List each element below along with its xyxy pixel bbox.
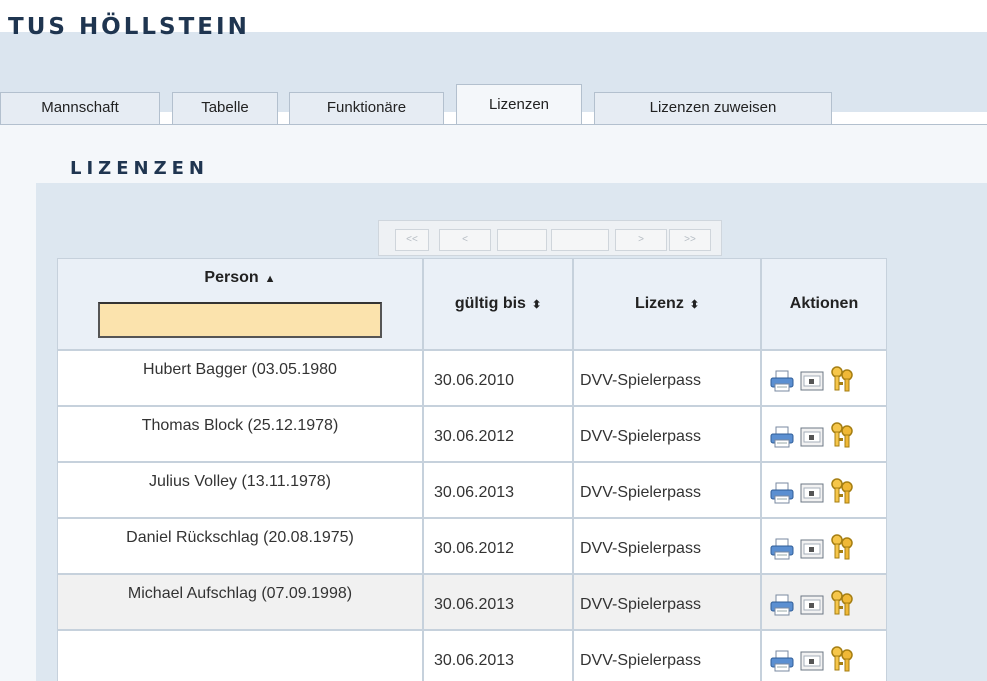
keys-icon[interactable]: [830, 365, 854, 393]
pager-last-button[interactable]: >>: [669, 229, 711, 251]
license-cell: DVV-Spielerpass: [573, 350, 761, 406]
license-cell: DVV-Spielerpass: [573, 574, 761, 630]
card-icon[interactable]: [800, 427, 824, 447]
pager-prev-button[interactable]: <: [439, 229, 491, 251]
card-icon[interactable]: [800, 483, 824, 503]
column-header-actions: Aktionen: [761, 258, 887, 350]
column-header-person[interactable]: Person ▲: [57, 258, 423, 350]
actions-cell: [761, 350, 887, 406]
valid-until-cell: 30.06.2012: [423, 518, 573, 574]
actions-cell: [761, 630, 887, 681]
keys-icon[interactable]: [830, 645, 854, 673]
person-filter-input[interactable]: [98, 302, 382, 338]
person-name: Michael Aufschlag (07.09.1998): [127, 585, 353, 602]
person-name: Julius Volley (13.11.1978): [148, 473, 332, 490]
actions-cell: [761, 518, 887, 574]
column-header-label: Aktionen: [789, 295, 859, 312]
tab-tabelle[interactable]: Tabelle: [172, 92, 278, 124]
column-header-label: Lizenz: [634, 295, 684, 312]
person-cell: Daniel Rückschlag (20.08.1975): [57, 518, 423, 574]
table-row[interactable]: Michael Aufschlag (07.09.1998) 30.06.201…: [57, 574, 887, 630]
pager-first-button[interactable]: <<: [395, 229, 429, 251]
license-table: Person ▲ gültig bis ⬍ Lizenz ⬍ Aktionen Hub…: [57, 258, 887, 681]
valid-until-cell: 30.06.2010: [423, 350, 573, 406]
valid-until-cell: 30.06.2013: [423, 630, 573, 681]
license-value: DVV-Spielerpass: [580, 484, 701, 501]
valid-until-value: 30.06.2013: [434, 484, 515, 501]
card-icon[interactable]: [800, 651, 824, 671]
valid-until-cell: 30.06.2013: [423, 574, 573, 630]
keys-icon[interactable]: [830, 477, 854, 505]
column-header-label: Person: [204, 269, 259, 286]
printer-icon[interactable]: [770, 538, 794, 560]
license-value: DVV-Spielerpass: [580, 372, 701, 389]
printer-icon[interactable]: [770, 482, 794, 504]
table-row[interactable]: Daniel Rückschlag (20.08.1975) 30.06.201…: [57, 518, 887, 574]
column-header-license[interactable]: Lizenz ⬍: [573, 258, 761, 350]
tab-lizenzen[interactable]: Lizenzen: [456, 84, 582, 125]
actions-cell: [761, 406, 887, 462]
column-header-label: gültig bis: [454, 295, 526, 312]
table-row[interactable]: Thomas Block (25.12.1978) 30.06.2012 DVV…: [57, 406, 887, 462]
valid-until-value: 30.06.2013: [434, 652, 515, 669]
person-cell: Julius Volley (13.11.1978): [57, 462, 423, 518]
pager-next-button[interactable]: >: [615, 229, 667, 251]
tab-funktionaere[interactable]: Funktionäre: [289, 92, 444, 124]
table-row[interactable]: Hubert Bagger (03.05.1980 30.06.2010 DVV…: [57, 350, 887, 406]
site-title: TuS Höllstein: [8, 14, 250, 40]
license-cell: DVV-Spielerpass: [573, 630, 761, 681]
license-value: DVV-Spielerpass: [580, 428, 701, 445]
card-icon[interactable]: [800, 539, 824, 559]
table-row[interactable]: 30.06.2013 DVV-Spielerpass: [57, 630, 887, 681]
keys-icon[interactable]: [830, 533, 854, 561]
section-title: Lizenzen: [70, 158, 209, 179]
keys-icon[interactable]: [830, 589, 854, 617]
printer-icon[interactable]: [770, 426, 794, 448]
pager-page-count: [551, 229, 609, 251]
person-name: Thomas Block (25.12.1978): [141, 417, 339, 434]
license-value: DVV-Spielerpass: [580, 652, 701, 669]
license-value: DVV-Spielerpass: [580, 540, 701, 557]
valid-until-value: 30.06.2013: [434, 596, 515, 613]
person-name: Daniel Rückschlag (20.08.1975): [126, 529, 354, 546]
license-cell: DVV-Spielerpass: [573, 406, 761, 462]
person-cell: Thomas Block (25.12.1978): [57, 406, 423, 462]
person-cell: Michael Aufschlag (07.09.1998): [57, 574, 423, 630]
column-header-valid-until[interactable]: gültig bis ⬍: [423, 258, 573, 350]
card-icon[interactable]: [800, 595, 824, 615]
printer-icon[interactable]: [770, 370, 794, 392]
tab-mannschaft[interactable]: Mannschaft: [0, 92, 160, 124]
printer-icon[interactable]: [770, 594, 794, 616]
keys-icon[interactable]: [830, 421, 854, 449]
license-cell: DVV-Spielerpass: [573, 518, 761, 574]
valid-until-cell: 30.06.2012: [423, 406, 573, 462]
person-cell: [57, 630, 423, 681]
sort-icon: ⬍: [531, 299, 542, 311]
tab-lizenzen-zuweisen[interactable]: Lizenzen zuweisen: [594, 92, 832, 124]
pager-page-input[interactable]: [497, 229, 547, 251]
actions-cell: [761, 574, 887, 630]
printer-icon[interactable]: [770, 650, 794, 672]
sort-icon: ⬍: [689, 299, 700, 311]
table-row[interactable]: Julius Volley (13.11.1978) 30.06.2013 DV…: [57, 462, 887, 518]
valid-until-value: 30.06.2012: [434, 540, 515, 557]
valid-until-value: 30.06.2012: [434, 428, 515, 445]
license-value: DVV-Spielerpass: [580, 596, 701, 613]
license-cell: DVV-Spielerpass: [573, 462, 761, 518]
card-icon[interactable]: [800, 371, 824, 391]
actions-cell: [761, 462, 887, 518]
sort-asc-icon: ▲: [264, 273, 276, 285]
valid-until-value: 30.06.2010: [434, 372, 515, 389]
pager: << < > >>: [378, 220, 722, 256]
person-name: Hubert Bagger (03.05.1980: [143, 361, 337, 378]
valid-until-cell: 30.06.2013: [423, 462, 573, 518]
person-cell: Hubert Bagger (03.05.1980: [57, 350, 423, 406]
